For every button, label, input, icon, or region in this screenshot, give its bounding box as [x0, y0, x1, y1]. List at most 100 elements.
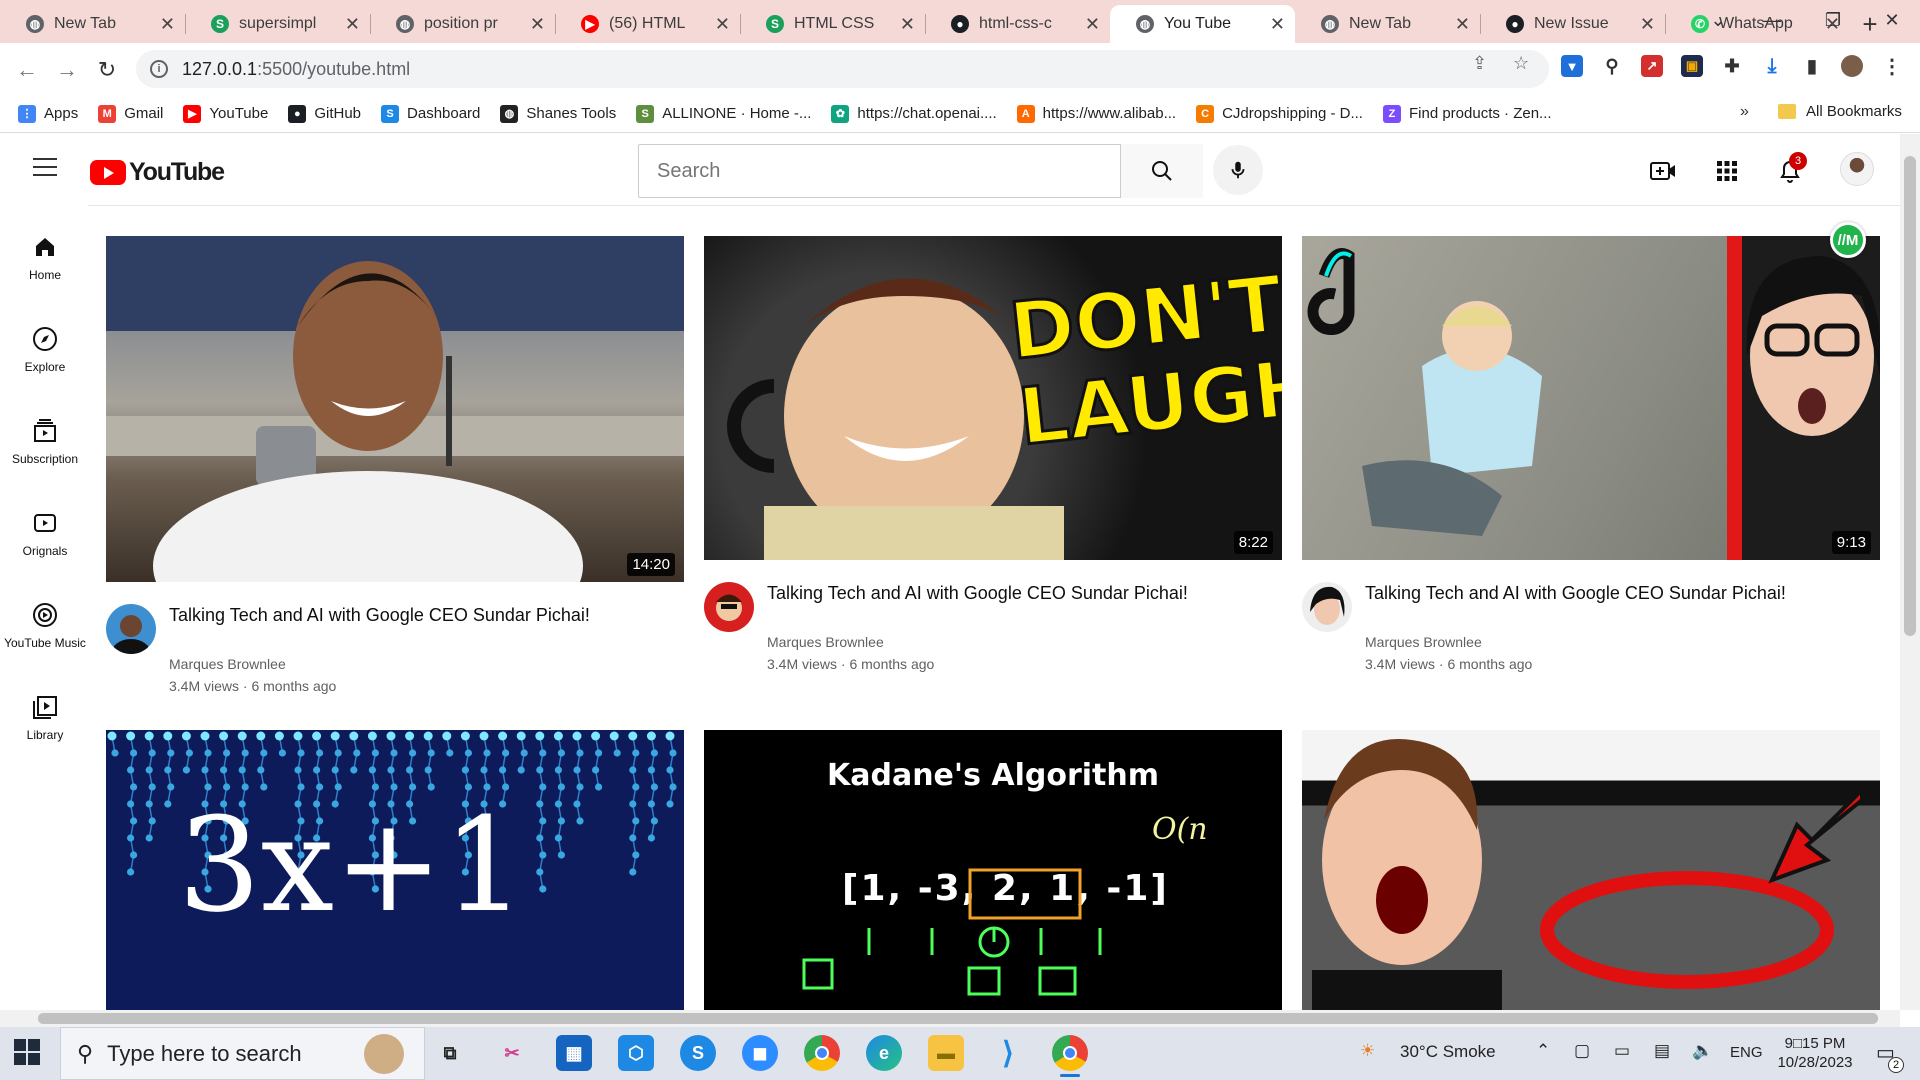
close-window-button[interactable]: ✕ — [1862, 0, 1920, 40]
minimize-button[interactable]: — — [1742, 0, 1802, 40]
floating-extension-icon[interactable]: //M — [1830, 222, 1866, 258]
windows-start-icon[interactable] — [14, 1039, 42, 1067]
bookmark-item[interactable]: Ahttps://www.alibab... — [1016, 104, 1176, 123]
video-title[interactable]: Talking Tech and AI with Google CEO Sund… — [767, 581, 1247, 606]
user-avatar[interactable] — [1840, 152, 1874, 186]
back-button[interactable]: ← — [12, 55, 42, 85]
sidebar-item-subscription[interactable]: Subscription — [0, 418, 90, 466]
chrome-icon[interactable] — [804, 1035, 840, 1071]
channel-name[interactable]: Marques Brownlee — [169, 656, 286, 672]
video-card[interactable]: 3x+1 — [106, 730, 684, 1010]
video-title[interactable]: Talking Tech and AI with Google CEO Sund… — [169, 603, 649, 628]
tab-close-icon[interactable]: ✕ — [160, 14, 175, 35]
bookmark-item[interactable]: ● GitHub — [288, 104, 361, 123]
search-button[interactable] — [1120, 144, 1203, 198]
tab-2[interactable]: ◍ position pr ✕ — [370, 5, 555, 43]
video-thumbnail[interactable]: DON'T LAUGH 8:22 — [704, 236, 1282, 560]
language-indicator[interactable]: ENG — [1730, 1044, 1763, 1061]
tab-5[interactable]: ● html-css-c ✕ — [925, 5, 1110, 43]
snipping-tool-icon[interactable]: ✂ — [494, 1035, 530, 1071]
menu-kebab-icon[interactable]: ⋮ — [1881, 55, 1903, 78]
bookmark-item[interactable]: S Dashboard — [381, 104, 480, 123]
channel-avatar[interactable] — [1302, 582, 1352, 632]
tab-6[interactable]: ◍ You Tube ✕ — [1110, 5, 1295, 43]
battery-icon[interactable]: ▭ — [1614, 1041, 1630, 1061]
video-card[interactable]: DON'T LAUGH 8:22 Talking Tech and AI wit… — [704, 236, 1282, 680]
sidebar-item-explore[interactable]: Explore — [0, 326, 90, 374]
dev-extension-icon[interactable]: ▣ — [1681, 55, 1703, 77]
task-view-icon[interactable]: ⧉ — [432, 1035, 468, 1071]
create-video-icon[interactable] — [1646, 154, 1680, 188]
tab-search-chevron-icon[interactable]: ⌄ — [1688, 0, 1748, 40]
download-icon[interactable]: ⤓ — [1761, 55, 1783, 77]
tab-4[interactable]: S HTML CSS ✕ — [740, 5, 925, 43]
video-card[interactable]: 14:20 Talking Tech and AI with Google CE… — [106, 236, 684, 702]
tab-1[interactable]: Ssupersimpl ✕ — [185, 5, 370, 43]
bookmark-item[interactable]: ◍ Shanes Tools — [500, 104, 616, 123]
video-thumbnail[interactable]: Kadane's Algorithm O(n [1, -3, 2, 1, -1] — [704, 730, 1282, 1010]
bookmark-item[interactable]: Z Find products · Zen... — [1382, 104, 1552, 123]
bookmark-item[interactable]: ✿ https://chat.openai.... — [831, 104, 997, 123]
video-card[interactable]: 9:13 Talking Tech and AI with Google CEO… — [1302, 236, 1880, 680]
address-bar[interactable]: i 127.0.0.1:5500/youtube.html — [136, 50, 1549, 88]
bookmark-item[interactable]: M Gmail — [98, 104, 163, 123]
video-thumbnail[interactable]: 9:13 — [1302, 236, 1880, 560]
file-explorer-icon[interactable]: ▬ — [928, 1035, 964, 1071]
channel-avatar[interactable] — [704, 582, 754, 632]
side-panel-icon[interactable]: ▮ — [1801, 55, 1823, 77]
tab-3[interactable]: ▶ (56) HTML ✕ — [555, 5, 740, 43]
clock[interactable]: 9□15 PM 10/28/2023 — [1760, 1034, 1870, 1072]
taskbar-search[interactable]: ⚲ Type here to search — [60, 1027, 425, 1080]
sidebar-item-youtube-music[interactable]: YouTube Music — [0, 602, 90, 650]
bookmark-star-icon[interactable]: ☆ — [1513, 53, 1529, 74]
bookmarks-more-button[interactable]: » — [1740, 103, 1749, 121]
search-box[interactable] — [638, 144, 1203, 198]
sidebar-item-library[interactable]: Library — [0, 694, 90, 742]
video-thumbnail[interactable]: 14:20 — [106, 236, 684, 582]
youtube-logo[interactable]: YouTube — [90, 158, 225, 187]
video-title[interactable]: Talking Tech and AI with Google CEO Sund… — [1365, 581, 1845, 606]
location-extension-icon[interactable]: ⚲ — [1601, 55, 1623, 77]
tab-8[interactable]: ● New Issue ✕ — [1480, 5, 1665, 43]
tab-close-icon[interactable]: ✕ — [1455, 14, 1470, 35]
channel-name[interactable]: Marques Brownlee — [767, 634, 884, 650]
tab-close-icon[interactable]: ✕ — [530, 14, 545, 35]
network-icon[interactable]: ▤ — [1654, 1041, 1670, 1061]
app-icon[interactable]: ⬡ — [618, 1035, 654, 1071]
horizontal-scrollbar[interactable] — [0, 1010, 1900, 1027]
all-bookmarks-button[interactable]: All Bookmarks — [1778, 103, 1902, 120]
bookmark-item[interactable]: S ALLINONE · Home -... — [636, 104, 811, 123]
video-thumbnail[interactable]: 3x+1 — [106, 730, 684, 1010]
microsoft-store-icon[interactable]: ▦ — [556, 1035, 592, 1071]
sidebar-item-home[interactable]: Home — [0, 234, 90, 282]
pdf-extension-icon[interactable]: ↗ — [1641, 55, 1663, 77]
tab-0[interactable]: ◍ New Tab ✕ — [0, 5, 185, 43]
apps-grid-icon[interactable] — [1710, 154, 1744, 188]
tab-close-icon[interactable]: ✕ — [1085, 14, 1100, 35]
bookmark-item[interactable]: ⋮ Apps — [18, 104, 78, 123]
video-thumbnail[interactable] — [1302, 730, 1880, 1010]
vscode-icon[interactable]: ⟩ — [990, 1035, 1026, 1071]
tab-close-icon[interactable]: ✕ — [715, 14, 730, 35]
tab-close-icon[interactable]: ✕ — [1270, 14, 1285, 35]
zoom-icon[interactable]: ◼ — [742, 1035, 778, 1071]
channel-name[interactable]: Marques Brownlee — [1365, 634, 1482, 650]
share-icon[interactable]: ⇪ — [1472, 53, 1487, 74]
tab-close-icon[interactable]: ✕ — [900, 14, 915, 35]
voice-search-button[interactable] — [1213, 145, 1263, 195]
bookmark-item[interactable]: ▶ YouTube — [183, 104, 268, 123]
video-card[interactable] — [1302, 730, 1880, 1010]
tab-close-icon[interactable]: ✕ — [1640, 14, 1655, 35]
maximize-button[interactable]: ❐ — [1803, 0, 1863, 40]
video-card[interactable]: Kadane's Algorithm O(n [1, -3, 2, 1, -1] — [704, 730, 1282, 1010]
profile-avatar-icon[interactable] — [1841, 55, 1863, 77]
tray-device-icon[interactable]: ▢ — [1574, 1041, 1590, 1061]
edge-icon[interactable]: e — [866, 1035, 902, 1071]
chrome-active-icon[interactable] — [1052, 1035, 1088, 1077]
tray-chevron-icon[interactable]: ⌃ — [1536, 1041, 1550, 1061]
forward-button[interactable]: → — [52, 55, 82, 85]
extensions-puzzle-icon[interactable]: ✚ — [1721, 55, 1743, 77]
skype-icon[interactable]: S — [680, 1035, 716, 1071]
bookmark-item[interactable]: C CJdropshipping - D... — [1196, 104, 1363, 123]
reload-button[interactable]: ↻ — [92, 55, 122, 85]
